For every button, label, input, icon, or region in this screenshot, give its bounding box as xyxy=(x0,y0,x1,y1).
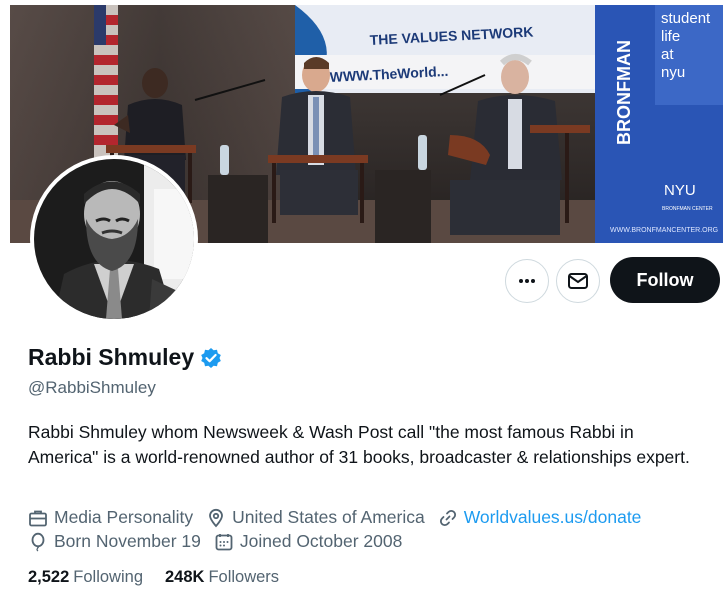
profile-joined: Joined October 2008 xyxy=(214,531,402,552)
followers-link[interactable]: 248K Followers xyxy=(165,568,279,587)
profile-handle: @RabbiShmuley xyxy=(28,378,156,397)
svg-text:nyu: nyu xyxy=(661,64,685,81)
more-dots-icon xyxy=(519,279,535,283)
banner-side-text: BRONFMAN xyxy=(614,40,634,145)
svg-text:BRONFMAN CENTER: BRONFMAN CENTER xyxy=(662,206,713,212)
profile-meta-row-2: Born November 19 Joined October 2008 xyxy=(28,531,415,552)
balloon-icon xyxy=(31,532,45,552)
more-options-button[interactable] xyxy=(505,259,549,303)
profile-page: THE VALUES NETWORK WWW.TheWorld... BRONF… xyxy=(10,5,723,604)
calendar-icon xyxy=(215,533,233,550)
link-icon xyxy=(439,509,456,526)
briefcase-icon xyxy=(29,510,47,526)
profile-name: Rabbi Shmuley xyxy=(28,344,195,370)
following-link[interactable]: 2,522 Following xyxy=(28,568,143,587)
website-link[interactable]: Worldvalues.us/donate xyxy=(464,507,642,528)
avatar-photo xyxy=(34,159,194,319)
profile-name-row: Rabbi Shmuley xyxy=(28,344,222,371)
svg-text:NYU: NYU xyxy=(664,182,696,199)
location-pin-icon xyxy=(209,508,224,527)
envelope-icon xyxy=(568,273,588,289)
profile-birthday: Born November 19 xyxy=(28,531,201,552)
following-count: 2,522 xyxy=(28,568,70,586)
verified-badge-icon[interactable] xyxy=(200,347,222,369)
message-button[interactable] xyxy=(556,259,600,303)
followers-count: 248K xyxy=(165,568,205,586)
profile-bio: Rabbi Shmuley whom Newsweek & Wash Post … xyxy=(28,422,690,467)
svg-text:life: life xyxy=(661,28,680,45)
profile-stats: 2,522 Following 248K Followers xyxy=(28,568,301,587)
svg-text:at: at xyxy=(661,46,674,63)
profile-avatar[interactable] xyxy=(30,155,198,323)
svg-text:student: student xyxy=(661,10,711,27)
profile-category: Media Personality xyxy=(28,507,193,528)
profile-meta-row: Media Personality United States of Ameri… xyxy=(28,507,654,528)
svg-text:WWW.BRONFMANCENTER.ORG: WWW.BRONFMANCENTER.ORG xyxy=(610,227,718,234)
profile-website[interactable]: Worldvalues.us/donate xyxy=(438,507,642,528)
profile-location: United States of America xyxy=(206,507,425,528)
follow-button[interactable]: Follow xyxy=(610,257,720,303)
